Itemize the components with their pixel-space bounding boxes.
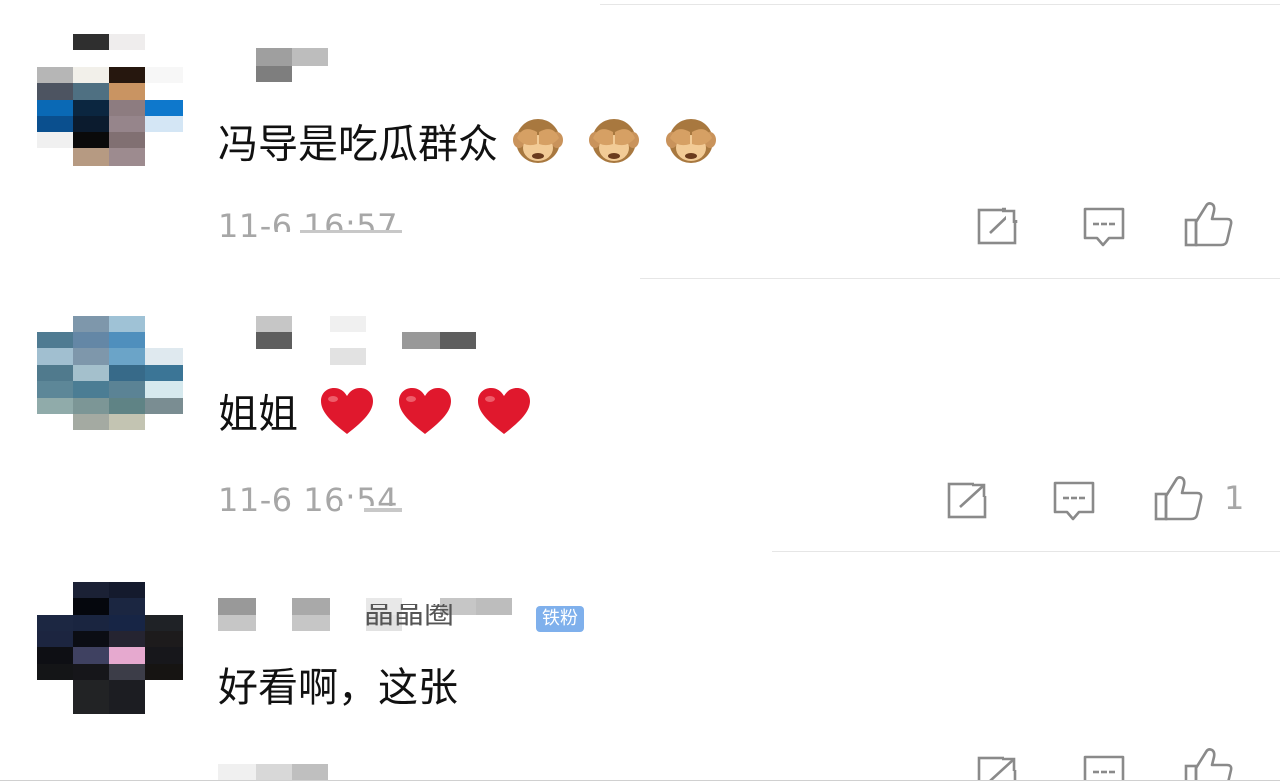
timestamp-redaction: [218, 764, 338, 781]
comment-item: 姐姐 11-6 16:54 1: [0, 280, 1280, 552]
comment-icon: [1083, 207, 1125, 247]
fan-badge: 铁粉: [536, 606, 584, 632]
share-icon: [977, 754, 1020, 781]
share-icon: [947, 480, 990, 519]
comment-body: 好看啊，这张: [218, 665, 458, 711]
avatar[interactable]: [37, 582, 183, 714]
comment-text: 冯导是吃瓜群众: [218, 114, 718, 179]
username[interactable]: [218, 48, 338, 88]
username-visible-part: 晶晶圈: [364, 604, 454, 631]
reply-button[interactable]: [1082, 206, 1126, 248]
see-no-evil-monkey-icon: [587, 114, 641, 179]
comment-list: 冯导是吃瓜群众 11-6 16:57 姐姐 11-6 16:54 1 晶晶圈 铁…: [0, 0, 1280, 781]
avatar[interactable]: [37, 316, 183, 448]
red-heart-icon: [319, 386, 375, 447]
like-count: 1: [1224, 479, 1245, 517]
like-button[interactable]: 1: [1154, 474, 1244, 522]
share-icon: [977, 206, 1020, 245]
like-button[interactable]: [1184, 200, 1254, 248]
see-no-evil-monkey-icon: [511, 114, 565, 179]
timestamp-redaction: [300, 230, 402, 233]
avatar[interactable]: [37, 34, 183, 166]
comment-text: 姐姐: [218, 386, 532, 447]
share-button[interactable]: [976, 754, 1020, 781]
comment-item: 冯导是吃瓜群众 11-6 16:57: [0, 0, 1280, 280]
comment-body: 冯导是吃瓜群众: [218, 121, 498, 168]
comment-text: 好看啊，这张: [218, 664, 458, 712]
timestamp-redaction: [268, 232, 402, 246]
thumbs-up-icon: [1184, 748, 1233, 781]
divider: [640, 278, 1280, 279]
comment-item: 晶晶圈 铁粉 好看啊，这张: [0, 552, 1280, 781]
see-no-evil-monkey-icon: [664, 114, 718, 179]
username[interactable]: [218, 316, 478, 365]
reply-button[interactable]: [1052, 480, 1096, 522]
thumbs-up-icon: [1184, 202, 1233, 247]
timestamp-redaction: [364, 508, 402, 512]
thumbs-up-icon: [1154, 476, 1203, 521]
comment-body: 姐姐: [218, 391, 298, 438]
like-button[interactable]: [1184, 746, 1254, 781]
share-button[interactable]: [976, 206, 1020, 246]
comment-icon: [1053, 481, 1095, 521]
share-button[interactable]: [946, 480, 990, 520]
red-heart-icon: [476, 386, 532, 447]
red-heart-icon: [397, 386, 453, 447]
comment-icon: [1083, 755, 1125, 781]
reply-button[interactable]: [1082, 754, 1126, 781]
